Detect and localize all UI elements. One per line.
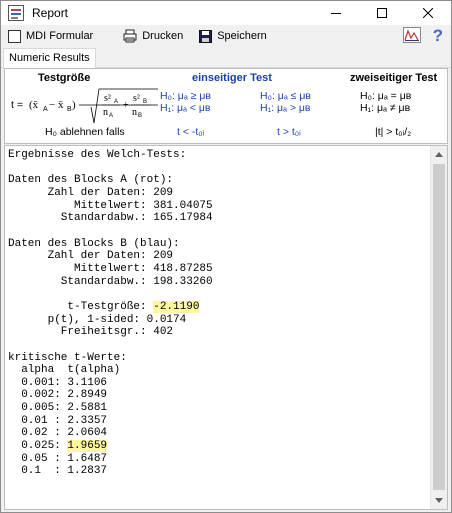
result-line: 0.02 : 2.0604 — [8, 427, 108, 440]
result-line: Mittelwert: 418.87285 — [8, 262, 213, 275]
svg-text:A: A — [43, 106, 48, 113]
header-two-sided: zweiseitiger Test — [350, 72, 438, 84]
two-sided-h0: H₀: μₐ = μʙ — [360, 90, 412, 102]
chevron-down-icon — [435, 498, 443, 503]
chevron-up-icon — [435, 152, 443, 157]
scroll-down-button[interactable] — [431, 492, 447, 509]
critical-value-highlight: 1.9659 — [67, 440, 108, 453]
one-sided-left-h0: H₀: μₐ ≥ μʙ — [160, 90, 211, 102]
tab-strip: Numeric Results — [1, 47, 451, 69]
svg-text:s²: s² — [133, 93, 140, 104]
results-text-area[interactable]: Ergebnisse des Welch-Tests: Daten des Bl… — [4, 145, 448, 510]
reject-left-tail: t < -t₀ᵢ — [177, 126, 205, 138]
toolbar: MDI Formular Drucken Speichern ? — [1, 25, 451, 47]
result-line: alpha t(alpha) — [8, 364, 121, 377]
result-line: 0.001: 3.1106 — [8, 376, 108, 389]
save-label: Speichern — [217, 30, 267, 42]
svg-text:n: n — [103, 107, 108, 118]
tab-numeric-results[interactable]: Numeric Results — [3, 48, 96, 69]
one-sided-left-h1: H₁: μₐ < μʙ — [160, 102, 211, 114]
result-line: 0.025: 1.9659 — [8, 440, 213, 453]
svg-text:A: A — [109, 113, 113, 119]
result-line: 0.002: 2.8949 — [8, 389, 108, 402]
result-line — [8, 225, 213, 238]
close-button[interactable] — [405, 1, 451, 25]
svg-text:n: n — [132, 107, 137, 118]
one-sided-right-h1: H₁: μₐ > μʙ — [260, 102, 311, 114]
one-sided-right-h0: H₀: μₐ ≤ μʙ — [260, 90, 311, 102]
title-bar[interactable]: Report — [1, 1, 451, 25]
svg-text:): ) — [72, 99, 76, 111]
minimize-button[interactable] — [313, 1, 359, 25]
result-line: 0.05 : 1.6487 — [8, 452, 108, 465]
scrollbar-thumb[interactable] — [433, 164, 445, 490]
result-line: t-Testgröße: -2.1190 — [8, 300, 213, 314]
result-line: Zahl der Daten: 209 — [8, 250, 174, 263]
checkbox-box[interactable] — [8, 29, 21, 43]
svg-text:B: B — [143, 99, 147, 105]
two-sided-h1: H₁: μₐ ≠ μʙ — [360, 102, 411, 114]
t-statistic-value: -2.1190 — [153, 300, 200, 313]
header-one-sided: einseitiger Test — [192, 72, 272, 84]
svg-text:+: + — [123, 100, 129, 111]
reject-condition-label: H₀ ablehnen falls — [45, 126, 125, 138]
svg-text:s²: s² — [104, 93, 111, 104]
results-text: Ergebnisse des Welch-Tests: Daten des Bl… — [8, 149, 213, 478]
alpha-0025-label: 0.025: — [8, 440, 68, 453]
t-statistic-label: t-Testgröße: — [8, 300, 154, 313]
chart-tool-icon[interactable] — [402, 26, 421, 46]
result-line: Zahl der Daten: 209 — [8, 186, 174, 199]
vertical-scrollbar[interactable] — [430, 146, 447, 509]
reject-right-tail: t > t₀ᵢ — [277, 126, 301, 138]
svg-text:B: B — [138, 113, 142, 119]
result-line: Freiheitsgr.: 402 — [8, 326, 174, 339]
result-line — [8, 162, 213, 175]
mdi-formular-checkbox[interactable]: MDI Formular — [8, 26, 93, 46]
result-line: 0.01 : 2.3357 — [8, 414, 108, 427]
save-button[interactable]: Speichern — [199, 26, 267, 46]
help-button[interactable]: ? — [433, 26, 443, 46]
result-line: Standardabw.: 198.33260 — [8, 275, 213, 288]
result-line: p(t), 1-sided: 0.0174 — [8, 313, 187, 326]
reject-two-tail: |t| > t₀ᵢ/₂ — [375, 126, 412, 138]
welch-formula-graphic: (x̄ A − x̄ B ) s² A n A + s² B n B — [29, 88, 158, 124]
print-label: Drucken — [142, 30, 184, 42]
report-window: Report MDI Formular Drucken Speichern ? … — [0, 0, 452, 513]
result-line: Mittelwert: 381.04075 — [8, 199, 213, 212]
maximize-button[interactable] — [359, 1, 405, 25]
formula-t-prefix: t = — [11, 99, 23, 111]
printer-icon — [123, 29, 137, 43]
mdi-formular-label: MDI Formular — [26, 30, 94, 42]
svg-text:(x̄: (x̄ — [29, 99, 39, 111]
svg-text:A: A — [114, 99, 118, 105]
result-line: Daten des Blocks B (blau): — [8, 237, 180, 250]
result-line: Standardabw.: 165.17984 — [8, 212, 213, 225]
maximize-icon — [377, 8, 387, 18]
print-button[interactable]: Drucken — [123, 26, 183, 46]
header-test-statistic: Testgröße — [38, 72, 91, 84]
result-line — [8, 288, 213, 301]
minimize-icon — [331, 13, 341, 14]
floppy-disk-icon — [199, 29, 213, 43]
window-title: Report — [32, 6, 69, 20]
result-line: 0.005: 2.5881 — [8, 402, 108, 415]
svg-text:− x̄: − x̄ — [49, 99, 64, 111]
result-line — [8, 339, 213, 352]
close-icon — [423, 8, 433, 18]
app-icon — [8, 5, 24, 21]
result-line: kritische t-Werte: — [8, 351, 127, 364]
result-line: 0.1 : 1.2837 — [8, 465, 108, 478]
formula-panel: Testgröße einseitiger Test zweiseitiger … — [4, 68, 448, 144]
scroll-up-button[interactable] — [431, 146, 447, 163]
result-line: Daten des Blocks A (rot): — [8, 174, 174, 187]
result-line: Ergebnisse des Welch-Tests: — [8, 149, 187, 161]
